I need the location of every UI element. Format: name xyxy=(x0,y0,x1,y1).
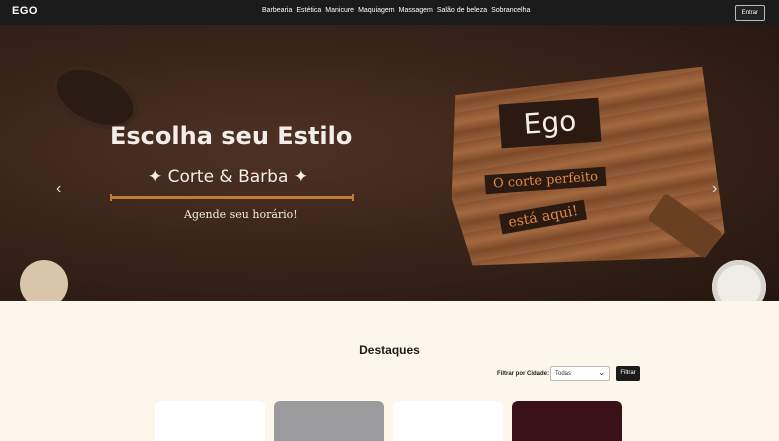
nav-link-massagem[interactable]: Massagem xyxy=(399,7,433,14)
nav-link-salao[interactable]: Salão de beleza xyxy=(437,7,487,14)
nav-link-estetica[interactable]: Estética xyxy=(296,7,321,14)
carousel-prev-icon[interactable]: ‹ xyxy=(56,180,61,198)
featured-title: Destaques xyxy=(359,343,420,357)
hero-subtitle: ✦ Corte & Barba ✦ xyxy=(148,167,309,187)
ego-sign: Ego xyxy=(498,97,602,149)
cream-bowl-image xyxy=(712,260,766,301)
top-navbar: EGO Barbearia Estética Manicure Maquiage… xyxy=(0,0,779,25)
login-button[interactable]: Entrar xyxy=(734,5,765,21)
featured-card[interactable] xyxy=(274,401,384,441)
filter-button[interactable]: Filtrar xyxy=(616,366,640,381)
nav-links: Barbearia Estética Manicure Maquiagem Ma… xyxy=(262,7,530,14)
shaving-cup-image xyxy=(20,260,68,301)
carousel-next-icon[interactable]: › xyxy=(712,180,717,198)
featured-card[interactable] xyxy=(155,401,265,441)
brand-logo[interactable]: EGO xyxy=(12,5,38,17)
nav-link-manicure[interactable]: Manicure xyxy=(325,7,354,14)
featured-card[interactable] xyxy=(393,401,503,441)
nav-link-barbearia[interactable]: Barbearia xyxy=(262,7,292,14)
nav-link-maquiagem[interactable]: Maquiagem xyxy=(358,7,395,14)
hero-cta-text: Agende seu horário! xyxy=(184,208,298,221)
nav-link-sobrancelha[interactable]: Sobrancelha xyxy=(491,7,530,14)
hero-divider xyxy=(110,194,354,201)
city-select[interactable]: Todas xyxy=(550,365,610,381)
city-filter-label: Filtrar por Cidade: xyxy=(497,371,550,377)
hero-title: Escolha seu Estilo xyxy=(110,122,353,150)
featured-card[interactable] xyxy=(512,401,622,441)
hero-carousel: Escolha seu Estilo ✦ Corte & Barba ✦ Age… xyxy=(0,25,779,301)
